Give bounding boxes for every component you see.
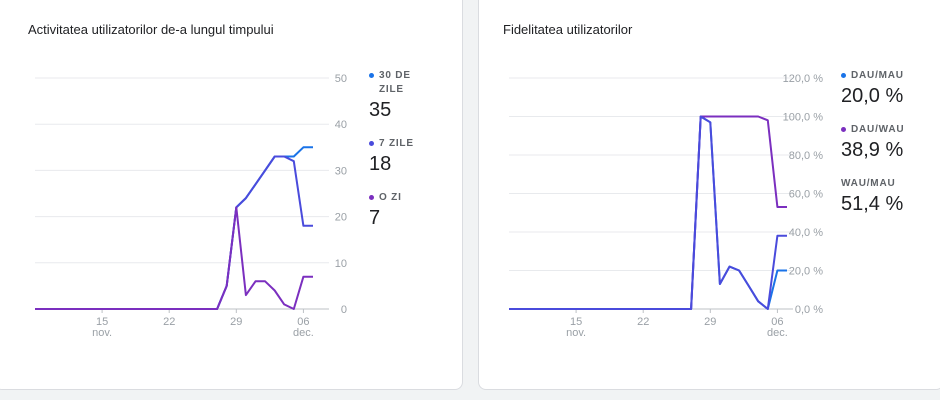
series-line-30-de-zile	[35, 146, 313, 310]
x-tick-month: nov.	[566, 327, 586, 339]
legend-value: 7	[369, 207, 381, 229]
user-retention-card: Fidelitatea utilizatorilor 0,0 % 20,0 % 40…	[478, 0, 940, 390]
series-line-wau-mau	[509, 115, 787, 310]
y-tick-label: 20,0 %	[789, 266, 823, 278]
retention-legend: DAU/MAU 20,0 % DAU/WAU 38,9 % WAU/MAU 51…	[841, 69, 940, 231]
y-tick-label: 120,0 %	[783, 73, 824, 85]
legend-dot-icon	[369, 141, 374, 146]
x-tick-label: 29	[230, 316, 242, 328]
y-tick-label: 100,0 %	[783, 112, 824, 124]
legend-value: 18	[369, 153, 392, 175]
y-tick-label: 0	[341, 304, 347, 316]
y-tick-label: 10	[335, 258, 347, 270]
y-tick-label: 60,0 %	[789, 189, 823, 201]
legend-dot-icon	[369, 73, 374, 78]
legend-item-1-day[interactable]: O ZI 7	[369, 191, 439, 231]
legend-label: WAU/MAU	[841, 178, 896, 189]
x-tick-month: dec.	[767, 327, 788, 339]
x-tick-label: 22	[163, 316, 175, 328]
legend-label: DAU/WAU	[851, 124, 905, 135]
x-tick-label: 22	[637, 316, 649, 328]
legend-item-dau-mau[interactable]: DAU/MAU 20,0 %	[841, 69, 940, 109]
y-tick-label: 20	[335, 212, 347, 224]
legend-dot-icon	[841, 127, 846, 132]
legend-value: 51,4 %	[841, 193, 904, 215]
user-activity-card: Activitatea utilizatorilor de-a lungul t…	[0, 0, 463, 390]
legend-value: 38,9 %	[841, 139, 904, 161]
legend-label: DAU/MAU	[851, 70, 904, 81]
legend-dot-icon	[369, 195, 374, 200]
legend-item-30-days[interactable]: 30 DE ZILE 35	[369, 69, 439, 123]
x-tick-month: nov.	[92, 327, 112, 339]
legend-label: 7 ZILE	[379, 138, 414, 149]
legend-dot-icon	[841, 73, 846, 78]
legend-label: O ZI	[379, 192, 402, 203]
x-tick-label: 29	[704, 316, 716, 328]
legend-value: 20,0 %	[841, 85, 904, 107]
y-tick-label: 30	[335, 165, 347, 177]
y-tick-label: 40	[335, 119, 347, 131]
legend-item-wau-mau[interactable]: WAU/MAU 51,4 %	[841, 177, 940, 217]
activity-legend: 30 DE ZILE 35 7 ZILE 18 O ZI 7	[369, 69, 439, 245]
legend-item-dau-wau[interactable]: DAU/WAU 38,9 %	[841, 123, 940, 163]
x-tick-month: dec.	[293, 327, 314, 339]
legend-label: 30 DE ZILE	[379, 70, 411, 95]
y-tick-label: 40,0 %	[789, 227, 823, 239]
y-tick-label: 80,0 %	[789, 150, 823, 162]
legend-value: 35	[369, 99, 392, 121]
y-tick-label: 50	[335, 73, 347, 85]
series-line-o-zi	[35, 206, 313, 310]
legend-item-7-days[interactable]: 7 ZILE 18	[369, 137, 439, 177]
y-tick-label: 0,0 %	[795, 304, 823, 316]
